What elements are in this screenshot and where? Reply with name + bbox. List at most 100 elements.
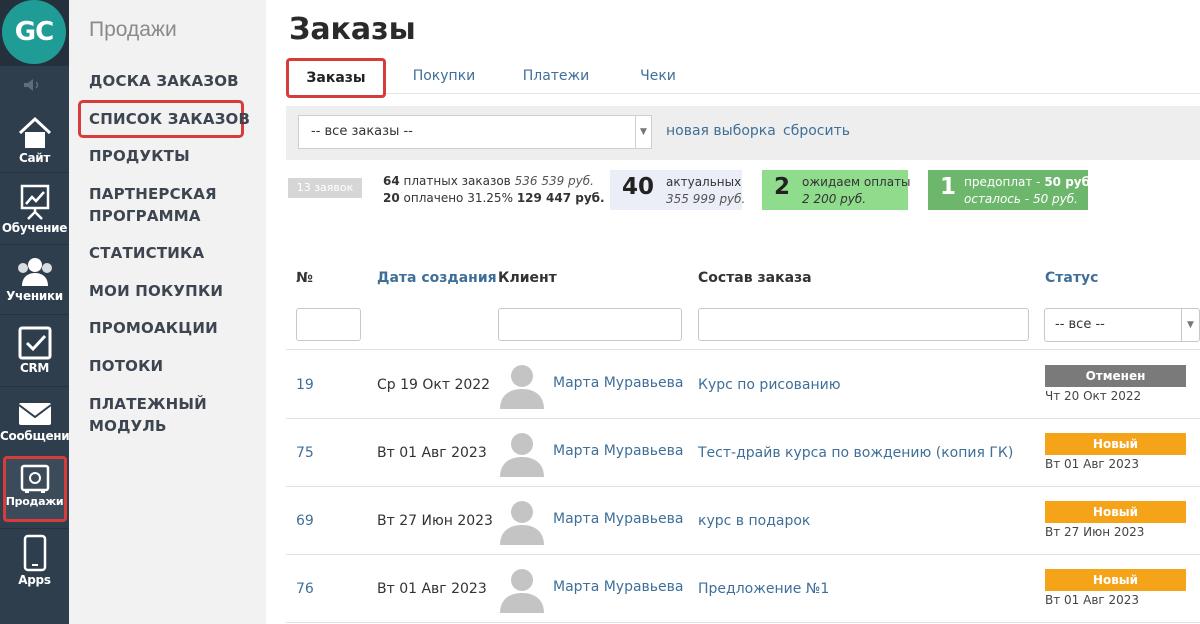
tab-purchases[interactable]: Покупки — [404, 58, 484, 94]
status-filter-value: -- все -- — [1055, 317, 1105, 332]
main-content: Заказы Заказы Покупки Платежи Чеки -- вс… — [266, 0, 1200, 624]
column-header-created-date[interactable]: Дата создания — [377, 270, 497, 286]
menu-title: Продажи — [89, 18, 177, 41]
tab-receipts[interactable]: Чеки — [626, 58, 690, 94]
paid-orders-label: платных заказов — [403, 174, 511, 188]
table-row[interactable]: 76 Вт 01 Авг 2023 Марта Муравьева Предложен… — [286, 555, 1200, 623]
menu-item-streams[interactable]: ПОТОКИ — [89, 355, 163, 377]
safe-icon — [20, 464, 49, 493]
menu-item-payment-module[interactable]: ПЛАТЕЖНЫЙ МОДУЛЬ — [89, 393, 266, 437]
icon-sidebar: GC Сайт Обучение Ученики CRM Сообщения П… — [0, 0, 77, 624]
column-header-status[interactable]: Статус — [1045, 270, 1098, 286]
envelope-icon — [17, 403, 52, 425]
column-header-number: № — [296, 270, 313, 286]
new-selection-link[interactable]: новая выборка — [666, 123, 776, 139]
order-number-link[interactable]: 76 — [296, 581, 314, 597]
presentation-chart-icon — [20, 184, 49, 220]
chevron-down-icon: ▼ — [635, 116, 651, 148]
paid-orders-sum: 536 539 руб. — [514, 174, 594, 188]
order-content-link[interactable]: Тест-драйв курса по вождению (копия ГК) — [698, 445, 1013, 461]
orders-stats: 13 заявок 64 платных заказов 536 539 руб… — [286, 168, 1200, 214]
paid-count: 20 — [383, 191, 400, 205]
order-content-link[interactable]: Курс по рисованию — [698, 377, 841, 393]
status-filter-select[interactable]: -- все -- ▼ — [1044, 308, 1200, 342]
paid-orders-stat: 64 платных заказов 536 539 руб. — [383, 174, 594, 188]
awaiting-count: 2 — [774, 174, 791, 200]
sidebar-item-students[interactable]: Ученики — [0, 256, 69, 303]
chevron-down-icon: ▼ — [1181, 309, 1199, 341]
house-icon — [18, 116, 51, 148]
created-date: Вт 01 Авг 2023 — [377, 445, 487, 461]
sidebar-item-label: CRM — [19, 361, 50, 375]
order-number-link[interactable]: 19 — [296, 377, 314, 393]
sidebar-item-site[interactable]: Сайт — [0, 116, 69, 165]
sidebar-item-label: Ученики — [6, 289, 63, 303]
paid-stat: 20 оплачено 31.25% 129 447 руб. — [383, 191, 605, 205]
status-date: Вт 01 Авг 2023 — [1045, 457, 1140, 471]
column-header-client: Клиент — [498, 270, 557, 286]
sidebar-item-label: Сайт — [18, 151, 51, 165]
status-badge: Новый — [1045, 569, 1186, 591]
status-date: Вт 27 Июн 2023 — [1045, 525, 1145, 539]
prepayments-box[interactable]: 1 предоплат - 50 руб. осталось - 50 руб. — [928, 170, 1095, 210]
menu-item-orders-board[interactable]: ДОСКА ЗАКАЗОВ — [89, 70, 239, 92]
avatar[interactable] — [498, 567, 546, 613]
order-number-link[interactable]: 69 — [296, 513, 314, 529]
menu-item-promotions[interactable]: ПРОМОАКЦИИ — [89, 317, 218, 339]
order-filter-input[interactable] — [698, 308, 1029, 341]
status-badge: Новый — [1045, 501, 1186, 523]
column-header-order-content: Состав заказа — [698, 270, 812, 286]
paid-sum: 129 447 руб. — [516, 191, 605, 205]
speaker-icon[interactable] — [22, 78, 44, 96]
sidebar-item-learning[interactable]: Обучение — [0, 184, 69, 235]
orders-count-badge[interactable]: 13 заявок — [288, 178, 362, 198]
sidebar-item-label: Сообщения — [0, 429, 77, 443]
sidebar-item-sales[interactable]: Продажи — [0, 464, 69, 508]
order-content-link[interactable]: Предложение №1 — [698, 581, 829, 597]
status-date: Чт 20 Окт 2022 — [1045, 389, 1142, 403]
client-link[interactable]: Марта Муравьева — [553, 375, 684, 391]
created-date: Вт 27 Июн 2023 — [377, 513, 493, 529]
avatar[interactable] — [498, 431, 546, 477]
reset-link[interactable]: сбросить — [783, 123, 850, 139]
client-filter-input[interactable] — [498, 308, 682, 341]
order-content-link[interactable]: курс в подарок — [698, 513, 810, 529]
logo-mark: GC — [2, 0, 66, 64]
status-badge: Отменен — [1045, 365, 1186, 387]
table-row[interactable]: 69 Вт 27 Июн 2023 Марта Муравьева курс в по… — [286, 487, 1200, 555]
menu-item-orders-list[interactable]: СПИСОК ЗАКАЗОВ — [89, 108, 250, 130]
menu-item-products[interactable]: ПРОДУКТЫ — [89, 145, 190, 167]
logo[interactable]: GC — [0, 0, 69, 66]
client-link[interactable]: Марта Муравьева — [553, 511, 684, 527]
tab-payments[interactable]: Платежи — [516, 58, 596, 94]
menu-item-partner[interactable]: ПАРТНЕРСКАЯ — [89, 183, 217, 205]
menu-item-partner-program[interactable]: ПРОГРАММА — [89, 205, 201, 227]
sales-menu: Продажи ДОСКА ЗАКАЗОВ СПИСОК ЗАКАЗОВ ПРО… — [69, 0, 266, 624]
actual-count: 40 — [622, 174, 655, 200]
orders-filter-select[interactable]: -- все заказы -- ▼ — [298, 115, 652, 149]
sidebar-item-crm[interactable]: CRM — [0, 326, 69, 375]
sidebar-item-apps[interactable]: Apps — [0, 534, 69, 587]
avatar[interactable] — [498, 363, 546, 409]
table-row[interactable]: 75 Вт 01 Авг 2023 Марта Муравьева Тест-драй… — [286, 419, 1200, 487]
sidebar-item-messages[interactable]: Сообщения — [0, 400, 77, 443]
awaiting-payment-box[interactable]: 2 ожидаем оплаты 2 200 руб. — [762, 170, 911, 210]
sidebar-item-label: Продажи — [5, 495, 64, 508]
sidebar-item-label: Обучение — [1, 221, 68, 235]
avatar[interactable] — [498, 499, 546, 545]
menu-item-my-purchases[interactable]: МОИ ПОКУПКИ — [89, 280, 223, 302]
order-number-link[interactable]: 75 — [296, 445, 314, 461]
table-row[interactable]: 19 Ср 19 Окт 2022 Марта Муравьева Курс по р… — [286, 351, 1200, 419]
checkbox-icon — [18, 326, 51, 360]
client-link[interactable]: Марта Муравьева — [553, 443, 684, 459]
client-link[interactable]: Марта Муравьева — [553, 579, 684, 595]
actual-orders-box[interactable]: 40 актуальных 355 999 руб. — [610, 170, 745, 210]
status-date: Вт 01 Авг 2023 — [1045, 593, 1140, 607]
table-header: № Дата создания Клиент Состав заказа Ста… — [286, 262, 1200, 298]
tab-orders[interactable]: Заказы — [286, 58, 386, 98]
number-filter-input[interactable] — [296, 308, 361, 341]
menu-item-statistics[interactable]: СТАТИСТИКА — [89, 242, 204, 264]
created-date: Вт 01 Авг 2023 — [377, 581, 487, 597]
prepay-label: предоплат - — [964, 175, 1041, 189]
tab-bar: Заказы Покупки Платежи Чеки — [286, 58, 1200, 98]
